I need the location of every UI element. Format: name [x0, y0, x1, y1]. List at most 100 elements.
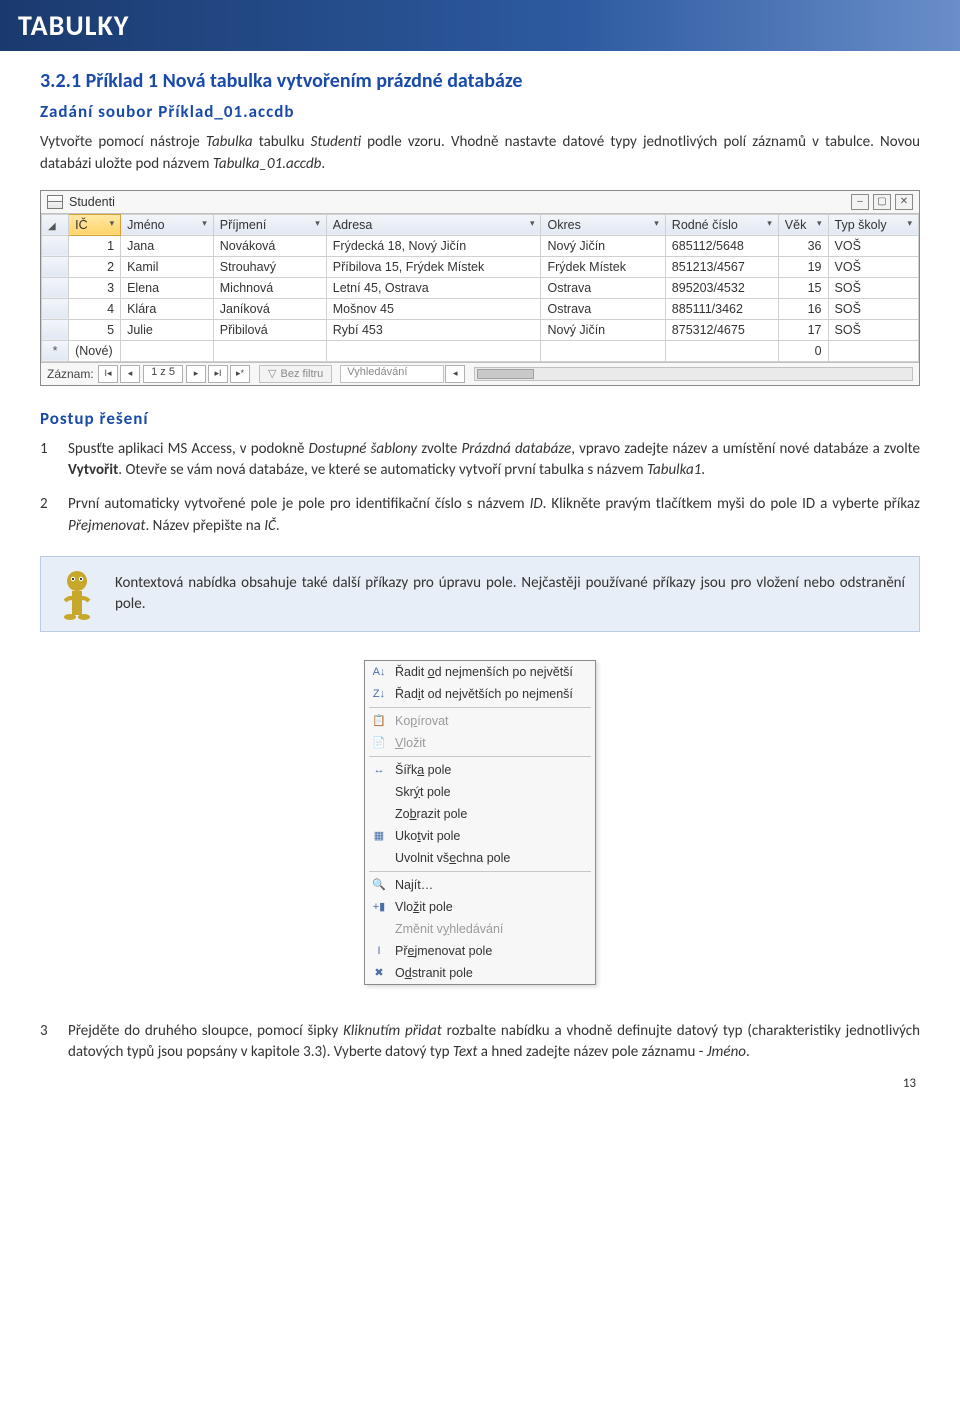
cell-okres[interactable]: Ostrava [541, 277, 665, 298]
cell-new-label[interactable]: (Nové) [69, 340, 121, 361]
cell-vek[interactable]: 16 [778, 298, 828, 319]
table-row[interactable]: 5JuliePřibilováRybí 453Nový Jičín875312/… [42, 319, 919, 340]
note-text: Kontextová nabídka obsahuje také další p… [115, 573, 905, 615]
column-header-ic[interactable]: IČ▾ [69, 214, 121, 235]
table-row-new[interactable]: *(Nové) 0 [42, 340, 919, 361]
cell-ic[interactable]: 5 [69, 319, 121, 340]
cell-typskoly[interactable]: VOŠ [828, 235, 918, 256]
menu-item[interactable]: IPřejmenovat pole [365, 940, 595, 962]
step-number: 3 [40, 1021, 68, 1065]
menu-item[interactable]: Skrýt pole [365, 781, 595, 803]
record-position[interactable]: 1 z 5 [143, 365, 183, 383]
column-header-prijmeni[interactable]: Příjmení▾ [213, 214, 326, 235]
menu-item-icon [369, 806, 389, 822]
cell-vek[interactable]: 36 [778, 235, 828, 256]
cell-vek[interactable]: 19 [778, 256, 828, 277]
menu-item: 📄Vložit [365, 732, 595, 754]
table-row[interactable]: 4KláraJaníkováMošnov 45Ostrava885111/346… [42, 298, 919, 319]
nav-new-button[interactable]: ▸* [230, 365, 250, 383]
row-selector[interactable] [42, 277, 69, 298]
nav-prev-button[interactable]: ◂ [120, 365, 140, 383]
cell-adresa[interactable]: Letní 45, Ostrava [326, 277, 541, 298]
cell-jmeno[interactable]: Julie [121, 319, 214, 340]
column-header-jmeno[interactable]: Jméno▾ [121, 214, 214, 235]
cell-jmeno[interactable]: Elena [121, 277, 214, 298]
cell-okres[interactable]: Ostrava [541, 298, 665, 319]
menu-item-label: Přejmenovat pole [395, 942, 492, 960]
window-maximize-icon[interactable]: ▢ [873, 194, 891, 210]
column-header-okres[interactable]: Okres▾ [541, 214, 665, 235]
filter-button[interactable]: ▽Bez filtru [259, 365, 332, 383]
table-row[interactable]: 3ElenaMichnováLetní 45, OstravaOstrava89… [42, 277, 919, 298]
column-header-vek[interactable]: Věk▾ [778, 214, 828, 235]
row-selector[interactable] [42, 319, 69, 340]
menu-item[interactable]: +▮Vložit pole [365, 896, 595, 918]
menu-item-label: Vložit pole [395, 898, 453, 916]
text-italic: Tabulka [206, 133, 253, 151]
table-row[interactable]: 1JanaNovákováFrýdecká 18, Nový JičínNový… [42, 235, 919, 256]
cell-vek[interactable]: 15 [778, 277, 828, 298]
cell-ic[interactable]: 1 [69, 235, 121, 256]
column-header-rodnecislo[interactable]: Rodné číslo▾ [665, 214, 778, 235]
cell-vek[interactable]: 0 [778, 340, 828, 361]
cell-rodnecislo[interactable]: 885111/3462 [665, 298, 778, 319]
window-minimize-icon[interactable]: – [851, 194, 869, 210]
cell-rodnecislo[interactable]: 685112/5648 [665, 235, 778, 256]
menu-item-icon [369, 784, 389, 800]
cell-ic[interactable]: 4 [69, 298, 121, 319]
nav-first-button[interactable]: I◂ [98, 365, 118, 383]
row-selector[interactable] [42, 298, 69, 319]
row-selector[interactable] [42, 235, 69, 256]
cell-okres[interactable]: Nový Jičín [541, 319, 665, 340]
cell-adresa[interactable]: Frýdecká 18, Nový Jičín [326, 235, 541, 256]
search-input[interactable]: Vyhledávání [340, 365, 444, 383]
cell-typskoly[interactable]: SOŠ [828, 277, 918, 298]
row-select-all[interactable]: ◢ [42, 214, 69, 235]
cell-typskoly[interactable]: SOŠ [828, 319, 918, 340]
menu-item[interactable]: ▦Ukotvit pole [365, 825, 595, 847]
cell-jmeno[interactable]: Klára [121, 298, 214, 319]
menu-item[interactable]: 🔍Najít… [365, 874, 595, 896]
cell-adresa[interactable]: Příbilova 15, Frýdek Místek [326, 256, 541, 277]
cell-prijmeni[interactable]: Janíková [213, 298, 326, 319]
column-header-adresa[interactable]: Adresa▾ [326, 214, 541, 235]
cell-adresa[interactable]: Mošnov 45 [326, 298, 541, 319]
menu-item-icon [369, 921, 389, 937]
cell-ic[interactable]: 2 [69, 256, 121, 277]
horizontal-scrollbar[interactable] [474, 367, 913, 381]
cell-prijmeni[interactable]: Přibilová [213, 319, 326, 340]
cell-prijmeni[interactable]: Strouhavý [213, 256, 326, 277]
menu-item[interactable]: ↔Šířka pole [365, 759, 595, 781]
menu-item[interactable]: A↓Řadit od nejmenších po největší [365, 661, 595, 683]
cell-vek[interactable]: 17 [778, 319, 828, 340]
cell-rodnecislo[interactable]: 875312/4675 [665, 319, 778, 340]
window-close-icon[interactable]: ✕ [895, 194, 913, 210]
scroll-left-button[interactable]: ◂ [445, 365, 465, 383]
cell-jmeno[interactable]: Kamil [121, 256, 214, 277]
column-header-typskoly[interactable]: Typ školy▾ [828, 214, 918, 235]
menu-separator [369, 871, 591, 872]
table-row[interactable]: 2KamilStrouhavýPříbilova 15, Frýdek Míst… [42, 256, 919, 277]
cell-rodnecislo[interactable]: 851213/4567 [665, 256, 778, 277]
table-icon [47, 195, 63, 209]
cell-prijmeni[interactable]: Michnová [213, 277, 326, 298]
procedure-heading: Postup řešení [40, 408, 920, 429]
menu-item[interactable]: Zobrazit pole [365, 803, 595, 825]
new-row-icon[interactable]: * [42, 340, 69, 361]
row-selector[interactable] [42, 256, 69, 277]
cell-typskoly[interactable]: SOŠ [828, 298, 918, 319]
cell-adresa[interactable]: Rybí 453 [326, 319, 541, 340]
nav-next-button[interactable]: ▸ [186, 365, 206, 383]
note-box: Kontextová nabídka obsahuje také další p… [40, 556, 920, 632]
nav-last-button[interactable]: ▸I [208, 365, 228, 383]
cell-ic[interactable]: 3 [69, 277, 121, 298]
menu-item[interactable]: Uvolnit všechna pole [365, 847, 595, 869]
cell-prijmeni[interactable]: Nováková [213, 235, 326, 256]
cell-jmeno[interactable]: Jana [121, 235, 214, 256]
cell-rodnecislo[interactable]: 895203/4532 [665, 277, 778, 298]
cell-okres[interactable]: Frýdek Místek [541, 256, 665, 277]
cell-okres[interactable]: Nový Jičín [541, 235, 665, 256]
cell-typskoly[interactable]: VOŠ [828, 256, 918, 277]
menu-item[interactable]: ✖Odstranit pole [365, 962, 595, 984]
menu-item[interactable]: Z↓Řadit od největších po nejmenší [365, 683, 595, 705]
